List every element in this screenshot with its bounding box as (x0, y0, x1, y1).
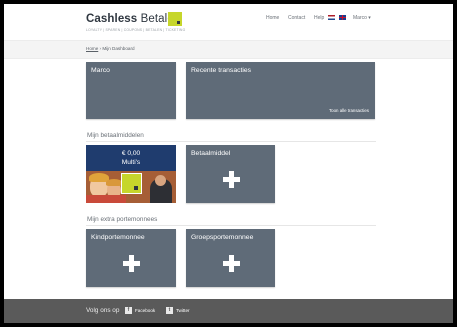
footer: Volg ons op f Facebook t Twitter (4, 299, 453, 323)
betaalmiddelen-title: Mijn betaalmiddelen (87, 132, 144, 139)
add-betaalmiddel-tile[interactable]: Betaalmiddel (186, 145, 275, 203)
plus-icon (123, 255, 140, 272)
page: Cashless Betalen LOYALTY | SPAREN | COUP… (4, 4, 453, 323)
card-logo-icon (121, 173, 142, 194)
portemonnees-title: Mijn extra portemonnees (87, 216, 158, 223)
nav-contact[interactable]: Contact (288, 15, 305, 21)
logo-square-icon (168, 12, 182, 26)
profile-tile-title: Marco (91, 67, 110, 74)
groepsportemonnee-tile[interactable]: Groepsportemonnee (186, 229, 275, 287)
transactions-tile-title: Recente transacties (191, 67, 252, 74)
card-image-face (155, 175, 166, 186)
dutch-flag-icon[interactable] (328, 15, 335, 20)
facebook-icon[interactable]: f (125, 307, 132, 314)
transactions-tile[interactable]: Recente transacties Toon alle transactie… (186, 62, 375, 119)
breadcrumb-bar: Home › Mijn Dashboard (4, 40, 453, 59)
twitter-icon[interactable]: t (166, 307, 173, 314)
breadcrumb-separator: › (99, 46, 102, 51)
follow-us-label: Volg ons op (86, 307, 120, 314)
facebook-link[interactable]: Facebook (135, 308, 155, 313)
card-image-sky (86, 145, 176, 171)
section-divider (86, 225, 376, 226)
user-menu[interactable]: Marco ▾ (353, 15, 371, 21)
logo-text: Cashless Betalen (86, 13, 181, 25)
plus-icon (222, 255, 240, 272)
nav-help[interactable]: Help (314, 15, 324, 21)
plus-icon (222, 171, 240, 188)
card-name: Multi's (121, 159, 141, 166)
add-betaalmiddel-label: Betaalmiddel (191, 150, 231, 157)
english-flag-icon[interactable] (339, 15, 346, 20)
profile-tile[interactable]: Marco (86, 62, 176, 119)
twitter-link[interactable]: Twitter (176, 308, 190, 313)
card-image-shirt (86, 195, 126, 203)
breadcrumb-home[interactable]: Home (86, 46, 98, 51)
kindportemonnee-label: Kindportemonnee (91, 234, 145, 241)
tagline: LOYALTY | SPAREN | COUPONS | BETALEN | T… (86, 28, 186, 32)
groepsportemonnee-label: Groepsportemonnee (191, 234, 254, 241)
nav-home[interactable]: Home (266, 15, 279, 21)
card-image-child (89, 173, 109, 197)
section-divider (86, 141, 376, 142)
header: Cashless Betalen LOYALTY | SPAREN | COUP… (4, 4, 453, 40)
payment-card[interactable]: € 0,00 Multi's (86, 145, 176, 203)
breadcrumb-current: Mijn Dashboard (102, 46, 135, 51)
card-balance: € 0,00 (121, 150, 141, 157)
logo[interactable]: Cashless Betalen LOYALTY | SPAREN | COUP… (86, 12, 185, 32)
show-all-transactions-link[interactable]: Toon alle transacties (329, 108, 369, 113)
breadcrumb: Home › Mijn Dashboard (86, 46, 135, 51)
kindportemonnee-tile[interactable]: Kindportemonnee (86, 229, 176, 287)
